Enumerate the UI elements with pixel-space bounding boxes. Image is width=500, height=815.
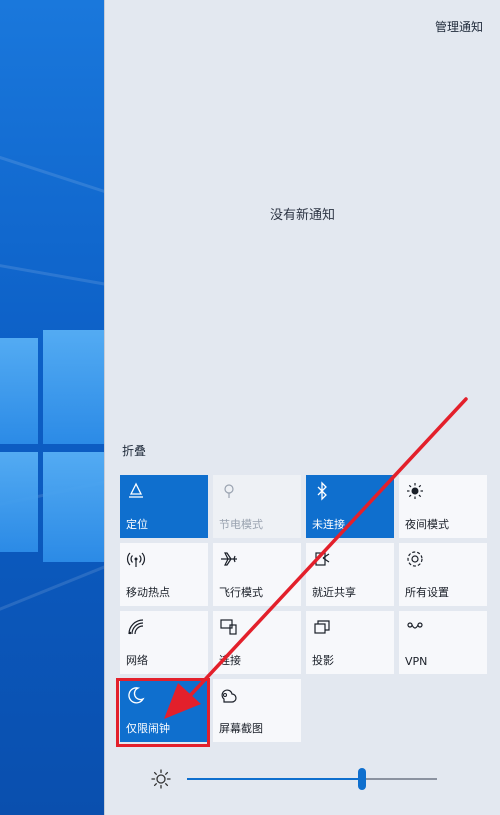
- tile-label: 定位: [126, 518, 148, 531]
- tile-vpn[interactable]: VPN: [399, 611, 487, 674]
- nearby-share-icon: [312, 549, 332, 569]
- project-icon: [312, 617, 332, 637]
- windows-logo-pane: [0, 338, 38, 444]
- network-icon: [126, 617, 146, 637]
- bluetooth-icon: [312, 481, 332, 501]
- hotspot-icon: [126, 549, 146, 569]
- tile-label: 飞行模式: [219, 586, 263, 599]
- tile-bluetooth[interactable]: 未连接: [306, 475, 394, 538]
- tile-screen-snip[interactable]: 屏幕截图: [213, 679, 301, 742]
- tile-location[interactable]: 定位: [120, 475, 208, 538]
- tile-label: 网络: [126, 654, 148, 667]
- tile-label: VPN: [405, 655, 428, 668]
- connect-icon: [219, 617, 239, 637]
- tile-label: 投影: [312, 654, 334, 667]
- tile-label: 屏幕截图: [219, 722, 263, 735]
- snip-icon: [219, 685, 239, 705]
- tile-airplane-mode[interactable]: 飞行模式: [213, 543, 301, 606]
- tile-network[interactable]: 网络: [120, 611, 208, 674]
- vpn-icon: [405, 617, 425, 637]
- tile-label: 夜间模式: [405, 518, 449, 531]
- brightness-slider-thumb[interactable]: [358, 768, 366, 790]
- manage-notifications-link[interactable]: 管理通知: [435, 18, 483, 35]
- tile-night-light[interactable]: 夜间模式: [399, 475, 487, 538]
- tile-label: 连接: [219, 654, 241, 667]
- no-notifications-message: 没有新通知: [269, 208, 335, 223]
- brightness-control: [145, 764, 445, 794]
- tile-label: 移动热点: [126, 586, 170, 599]
- windows-logo-pane: [43, 330, 104, 444]
- brightness-slider[interactable]: [187, 768, 437, 790]
- desktop-wallpaper: [0, 0, 104, 815]
- screen: 管理通知 没有新通知 折叠 定位 节电模式 未连接 夜间模式 移动热点 飞行模式…: [0, 0, 500, 815]
- tile-label: 节电模式: [219, 518, 263, 531]
- tile-connect[interactable]: 连接: [213, 611, 301, 674]
- moon-icon: [126, 685, 146, 705]
- brightness-slider-fill: [187, 778, 362, 780]
- battery-saver-icon: [219, 481, 239, 501]
- gear-icon: [405, 549, 425, 569]
- tile-mobile-hotspot[interactable]: 移动热点: [120, 543, 208, 606]
- collapse-link[interactable]: 折叠: [122, 442, 146, 459]
- tile-label: 未连接: [312, 518, 345, 531]
- tile-label: 就近共享: [312, 586, 356, 599]
- night-light-icon: [405, 481, 425, 501]
- tile-label: 所有设置: [405, 586, 449, 599]
- location-icon: [126, 481, 146, 501]
- action-center-panel: 管理通知 没有新通知 折叠 定位 节电模式 未连接 夜间模式 移动热点 飞行模式…: [104, 0, 500, 815]
- tile-project[interactable]: 投影: [306, 611, 394, 674]
- tile-focus-assist-alarms-only[interactable]: 仅限闹钟: [120, 679, 208, 742]
- tile-all-settings[interactable]: 所有设置: [399, 543, 487, 606]
- airplane-icon: [219, 549, 239, 569]
- tile-label: 仅限闹钟: [126, 722, 170, 735]
- windows-logo-pane: [0, 452, 38, 552]
- windows-logo-pane: [43, 452, 104, 562]
- tile-battery-saver[interactable]: 节电模式: [213, 475, 301, 538]
- sun-icon: [151, 769, 171, 789]
- tile-nearby-share[interactable]: 就近共享: [306, 543, 394, 606]
